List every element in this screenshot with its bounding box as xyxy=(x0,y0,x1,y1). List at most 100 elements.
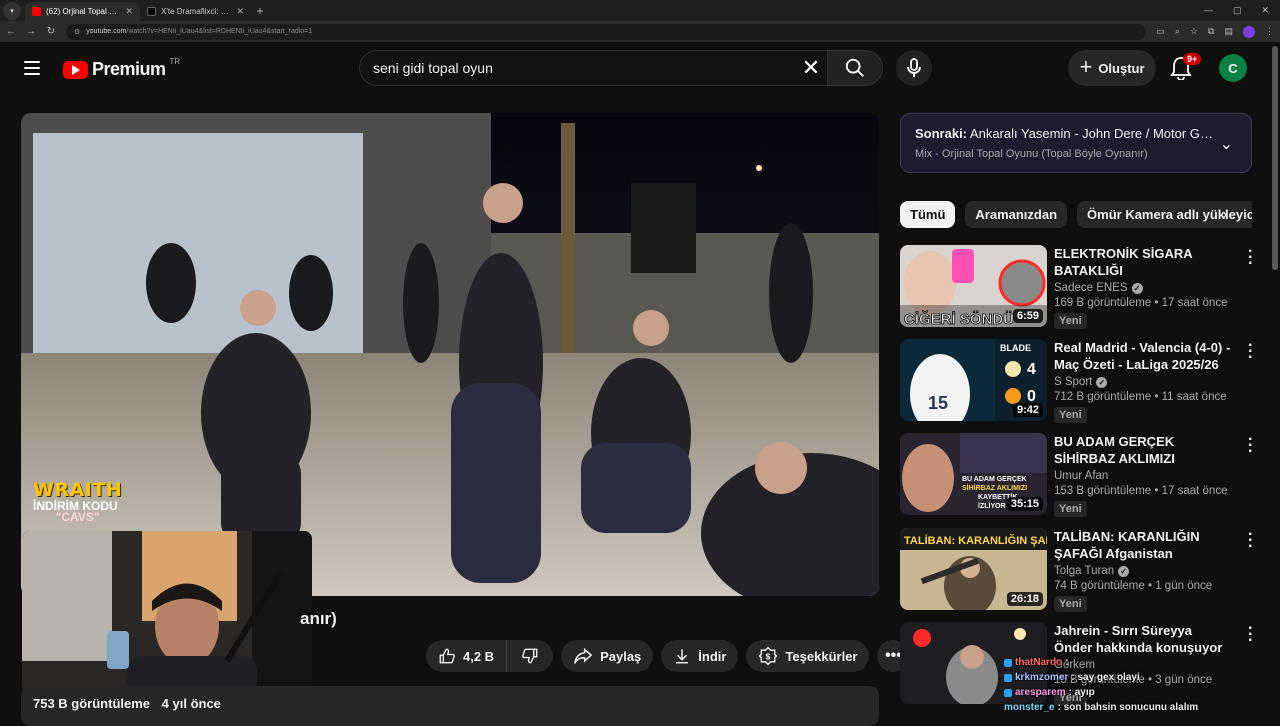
video-thumbnail[interactable]: 15 BLADE 4 0 9:42 xyxy=(900,339,1047,421)
create-button[interactable]: + Oluştur xyxy=(1068,50,1156,86)
video-player[interactable] xyxy=(21,113,879,596)
country-code: TR xyxy=(169,57,181,66)
bookmark-star-icon[interactable]: ☆ xyxy=(1190,26,1198,37)
recommendation-title: ELEKTRONİK SİGARA BATAKLIĞI xyxy=(1054,246,1193,278)
browser-tab-x[interactable]: X'te Dramaflixci: "🎯 Konsol Oyunu ✕ xyxy=(140,2,251,21)
new-tab-button[interactable]: + xyxy=(251,4,269,18)
clear-search-icon[interactable]: ✕ xyxy=(795,50,827,86)
close-window-icon[interactable]: ✕ xyxy=(1261,5,1269,16)
video-thumbnail[interactable]: TALİBAN: KARANLIĞIN ŞAFAĞI 26:18 xyxy=(900,528,1047,610)
new-badge: Yeni xyxy=(1054,313,1087,329)
thanks-label: Teşekkürler xyxy=(785,648,858,664)
zoom-icon[interactable]: ⌕ xyxy=(1175,26,1180,37)
download-label: İndir xyxy=(698,648,727,664)
kebab-menu-icon[interactable]: · · · xyxy=(1248,338,1253,366)
webcam-frame xyxy=(22,531,312,693)
extension-icon[interactable]: ▤ xyxy=(1224,26,1233,37)
chip-from-search[interactable]: Aramanızdan xyxy=(965,201,1068,228)
chip-all[interactable]: Tümü xyxy=(900,201,956,228)
views: 712 B görüntüleme xyxy=(1054,391,1152,403)
age: 1 gün önce xyxy=(1155,580,1213,592)
chat-text: : say gex olayi xyxy=(1071,672,1140,683)
maximize-icon[interactable]: ▢ xyxy=(1233,5,1242,16)
super-thanks-icon: $ xyxy=(759,646,778,666)
kebab-menu-icon[interactable]: · · · xyxy=(1248,621,1253,649)
view-count: 753 B görüntüleme xyxy=(33,696,151,711)
thumbs-down-icon xyxy=(522,648,538,664)
svg-text:$: $ xyxy=(766,651,771,661)
reload-icon[interactable]: ↻ xyxy=(46,26,56,37)
duration-badge: 6:59 xyxy=(1012,309,1043,323)
extension-puzzle-icon[interactable]: ⧉ xyxy=(1208,26,1214,37)
search-value: seni gidi topal oyun xyxy=(373,60,493,76)
kebab-menu-icon[interactable]: · · · xyxy=(1248,244,1253,272)
thumbnail-caption: TALİBAN: KARANLIĞIN ŞAFAĞI xyxy=(904,534,1047,547)
search-input[interactable]: seni gidi topal oyun xyxy=(359,50,795,86)
video-thumbnail[interactable]: CİĞERİ SÖNDÜ 6:59 xyxy=(900,245,1047,327)
views: 74 B görüntüleme xyxy=(1054,580,1145,592)
like-button[interactable]: 4,2 B xyxy=(426,640,508,672)
user-avatar[interactable]: C xyxy=(1219,54,1247,82)
download-icon xyxy=(676,649,689,664)
duration-badge: 35:15 xyxy=(1006,497,1043,511)
tab-title: X'te Dramaflixci: "🎯 Konsol Oyunu xyxy=(161,7,231,16)
close-tab-icon[interactable]: ✕ xyxy=(125,6,133,17)
video-title: anır) xyxy=(300,609,337,629)
like-dislike-group: 4,2 B xyxy=(426,640,554,672)
channel-name[interactable]: Tolga Turan xyxy=(1054,565,1114,577)
minimize-icon[interactable]: — xyxy=(1204,5,1213,16)
cast-icon[interactable]: ▭ xyxy=(1156,26,1165,37)
back-icon[interactable]: ← xyxy=(6,26,16,37)
logo-text: Premium xyxy=(92,59,166,79)
channel-name[interactable]: Umur Afan xyxy=(1054,470,1108,482)
page-scrollbar[interactable] xyxy=(1272,46,1278,270)
chat-message: monster_e: son bahsin sonucunu alalım xyxy=(1004,700,1234,715)
close-tab-icon[interactable]: ✕ xyxy=(236,6,244,17)
recommendation-item[interactable]: BU ADAM GERÇEK SİHİRBAZ AKLIMIZI KAYBETT… xyxy=(900,432,1253,517)
voice-search-button[interactable] xyxy=(896,50,932,86)
description-box[interactable]: 753 B görüntüleme 4 yıl önce xyxy=(21,686,879,726)
chat-text: : xyxy=(1065,657,1069,668)
dislike-button[interactable] xyxy=(507,640,554,672)
extensions-area: ▭ ⌕ ☆ ⧉ ▤ ⋮ xyxy=(1156,25,1274,38)
new-badge: Yeni xyxy=(1054,596,1087,612)
kebab-menu-icon[interactable]: · · · xyxy=(1248,432,1253,460)
menu-hamburger-icon[interactable] xyxy=(24,61,40,75)
chevron-right-icon[interactable]: › xyxy=(1222,206,1227,224)
chat-text: : ayıp xyxy=(1068,687,1095,698)
youtube-premium-logo[interactable]: Premium TR xyxy=(63,57,181,80)
tab-search-button[interactable]: ▾ xyxy=(3,1,21,20)
svg-text:İZLİYOR: İZLİYOR xyxy=(978,502,1006,510)
channel-name[interactable]: S Sport xyxy=(1054,376,1092,388)
recommendation-item[interactable]: CİĞERİ SÖNDÜ 6:59 ELEKTRONİK SİGARA BATA… xyxy=(900,244,1253,329)
site-info-icon[interactable]: ⚙ xyxy=(74,28,80,36)
profile-avatar[interactable] xyxy=(1243,25,1255,38)
search-button[interactable] xyxy=(827,50,883,86)
up-next-mix-panel[interactable]: Sonraki: Ankaralı Yasemin - John Dere / … xyxy=(900,113,1252,173)
kebab-menu-icon[interactable]: · · · xyxy=(1248,527,1253,555)
chevron-down-icon[interactable]: ⌄ xyxy=(1220,134,1233,154)
menu-dots-icon[interactable]: ⋮ xyxy=(1265,26,1274,37)
upload-age: 4 yıl önce xyxy=(161,696,221,711)
thanks-button[interactable]: $ Teşekkürler xyxy=(746,640,870,672)
browser-tab-youtube[interactable]: (62) Orjinal Topal Oyunu (Topal Böyle Oy… xyxy=(25,2,140,21)
video-thumbnail[interactable]: BU ADAM GERÇEK SİHİRBAZ AKLIMIZI KAYBETT… xyxy=(900,433,1047,515)
svg-text:BU ADAM GERÇEK: BU ADAM GERÇEK xyxy=(962,476,1027,483)
views: 153 B görüntüleme xyxy=(1054,485,1152,497)
tab-title: (62) Orjinal Topal Oyunu (Topal Böyle Oy… xyxy=(46,7,120,16)
url-host: youtube.com xyxy=(86,28,127,35)
notifications-button[interactable]: 9+ xyxy=(1170,53,1202,81)
recommendation-item[interactable]: TALİBAN: KARANLIĞIN ŞAFAĞI 26:18 TALİBAN… xyxy=(900,527,1253,612)
recommendation-item[interactable]: 15 BLADE 4 0 9:42 Real Madrid - Valencia… xyxy=(900,338,1253,423)
chip-label: Aramanızdan xyxy=(975,207,1058,222)
like-count: 4,2 B xyxy=(463,648,495,664)
channel-name[interactable]: Sadece ENES xyxy=(1054,282,1128,294)
url-path: /watch?v=HENIi_iUau4&list=RDHENIi_iUau4&… xyxy=(126,28,313,35)
svg-text:15: 15 xyxy=(928,393,948,413)
video-title-text: anır) xyxy=(300,609,337,628)
forward-icon[interactable]: → xyxy=(26,26,36,37)
wraith-promo-overlay: WRAITH İNDİRİM KODU "CAVS" xyxy=(33,479,122,524)
share-button[interactable]: Paylaş xyxy=(561,640,654,672)
download-button[interactable]: İndir xyxy=(661,640,739,672)
url-field[interactable]: ⚙ youtube.com/watch?v=HENIi_iUau4&list=R… xyxy=(66,23,1147,40)
